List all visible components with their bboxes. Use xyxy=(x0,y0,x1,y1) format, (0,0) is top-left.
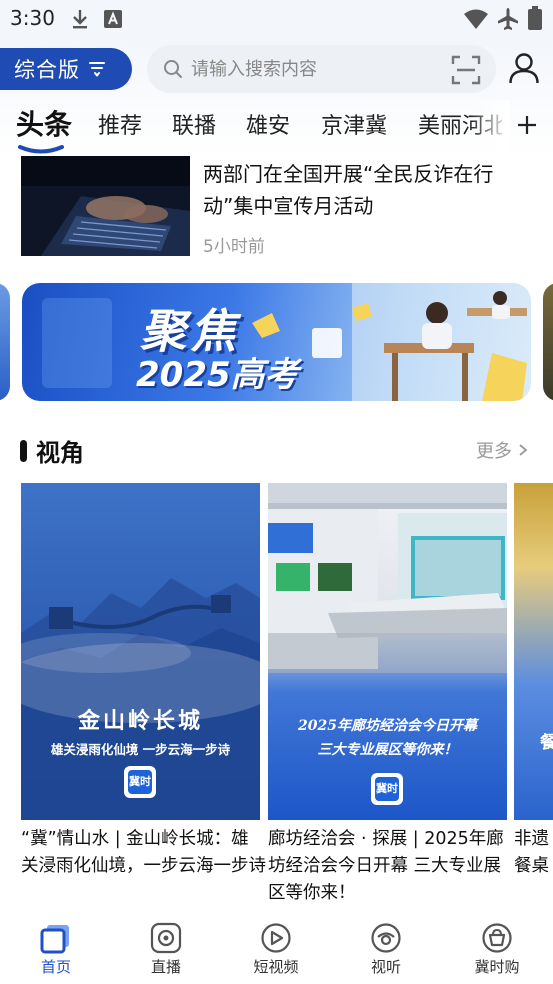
airplane-mode-icon xyxy=(498,8,518,30)
nav-home[interactable]: 首页 xyxy=(16,922,96,977)
battery-icon xyxy=(528,6,542,30)
nav-label: 视听 xyxy=(370,958,401,976)
add-channel-icon[interactable] xyxy=(516,114,538,136)
section-more-link[interactable]: 更多 xyxy=(476,437,530,463)
more-label: 更多 xyxy=(476,441,512,462)
nav-live[interactable]: 直播 xyxy=(126,922,206,977)
video-card[interactable]: 金山岭长城 雄关浸雨化仙境 一步云海一步诗 冀时 “冀”情山水 | 金山岭长城：… xyxy=(21,483,266,876)
card-image-subtitle: 雄关浸雨化仙境 一步云海一步诗 xyxy=(50,742,231,757)
card-caption-line: 非遗 xyxy=(514,829,549,849)
tab-lianbo[interactable]: 联播 xyxy=(172,108,216,140)
news-thumbnail[interactable] xyxy=(21,156,190,256)
status-time: 3:30 xyxy=(10,6,55,30)
section-marker xyxy=(20,440,27,462)
card-caption[interactable]: 廊坊经洽会 · 探展 | 2025年廊坊经洽会今日开幕 三大专业展区等你来！ xyxy=(268,826,508,907)
card-caption[interactable]: “冀”情山水 | 金山岭长城：雄关浸雨化仙境，一步云海一步诗 xyxy=(21,826,266,880)
chevron-right-icon xyxy=(519,444,528,456)
nav-short-video[interactable]: 短视频 xyxy=(236,922,316,977)
card-image-title: 2025年廊坊经洽会今日开幕 xyxy=(298,718,477,734)
card-caption[interactable]: 非遗 餐桌 xyxy=(514,826,553,880)
scan-icon[interactable] xyxy=(451,55,481,85)
bottom-navigation: 首页 直播 短视频 视听 冀时购 xyxy=(0,912,553,984)
channel-tabs: 头条 推荐 联播 雄安 京津冀 美丽河北 xyxy=(0,100,553,156)
nav-label: 直播 xyxy=(150,958,181,976)
tab-jingjinji[interactable]: 京津冀 xyxy=(321,108,387,140)
user-profile-icon[interactable] xyxy=(508,52,540,84)
tabs-fade xyxy=(470,100,510,156)
section-title: 视角 xyxy=(36,439,84,467)
app-logo-icon: 冀时 xyxy=(128,770,152,794)
home-icon xyxy=(40,925,69,954)
video-card[interactable]: 餐 非遗 餐桌 xyxy=(514,483,553,908)
edition-label: 综合版 xyxy=(14,58,80,82)
news-time: 5小时前 xyxy=(203,237,265,257)
tab-tuijian[interactable]: 推荐 xyxy=(98,108,142,140)
nav-label: 短视频 xyxy=(253,958,299,976)
search-icon xyxy=(164,60,182,78)
news-title[interactable]: 两部门在全国开展“全民反诈在行动”集中宣传月活动 xyxy=(203,158,533,222)
filter-menu-icon xyxy=(89,62,105,77)
headphones-icon xyxy=(371,923,401,953)
search-bar[interactable] xyxy=(147,45,496,93)
card-image: 2025年廊坊经洽会今日开幕 三大专业展区等你来！ 冀时 xyxy=(268,483,507,820)
card-caption-line: 餐桌 xyxy=(514,856,549,876)
nav-audio-visual[interactable]: 视听 xyxy=(346,922,426,977)
app-logo-icon: 冀时 xyxy=(375,777,399,801)
expo-booth-illustration xyxy=(268,483,507,673)
banner-title-line2: 2025高考 xyxy=(136,355,299,395)
gaokao-banner[interactable]: 聚焦 2025高考 xyxy=(22,283,531,401)
card-image-text: 餐 xyxy=(540,733,553,753)
edition-switch-button[interactable]: 综合版 xyxy=(0,48,132,90)
nav-label: 冀时购 xyxy=(474,958,520,976)
tab-xiongan[interactable]: 雄安 xyxy=(246,108,290,140)
shopping-bag-icon xyxy=(482,923,512,953)
live-icon xyxy=(150,922,182,954)
text-app-icon xyxy=(104,10,122,28)
play-circle-icon xyxy=(261,923,291,953)
app-screen: 3:30 综合版 请输入搜索内容 头条 推荐 联播 雄安 京津冀 美丽河北 两部… xyxy=(0,0,553,984)
status-bar: 3:30 xyxy=(0,0,553,40)
card-image-title: 金山岭长城 xyxy=(77,708,203,734)
banner-next-peek[interactable] xyxy=(543,283,553,401)
app-logo-badge: 冀时 xyxy=(371,773,403,805)
download-icon xyxy=(73,10,87,29)
card-image: 餐 xyxy=(514,483,553,820)
search-input[interactable] xyxy=(191,45,431,93)
nav-shop[interactable]: 冀时购 xyxy=(457,922,537,977)
banner-prev-peek[interactable] xyxy=(0,283,10,401)
card-image-subtitle: 三大专业展区等你来！ xyxy=(317,742,458,758)
tab-toutiao[interactable]: 头条 xyxy=(16,103,72,143)
active-tab-indicator xyxy=(18,145,64,154)
nav-label: 首页 xyxy=(40,958,71,976)
laptop-typing-image xyxy=(21,156,190,256)
app-logo-badge: 冀时 xyxy=(124,766,156,798)
video-card[interactable]: 2025年廊坊经洽会今日开幕 三大专业展区等你来！ 冀时 廊坊经洽会 · 探展 … xyxy=(268,483,507,903)
card-image: 金山岭长城 雄关浸雨化仙境 一步云海一步诗 冀时 xyxy=(21,483,260,820)
wifi-icon xyxy=(464,9,488,29)
